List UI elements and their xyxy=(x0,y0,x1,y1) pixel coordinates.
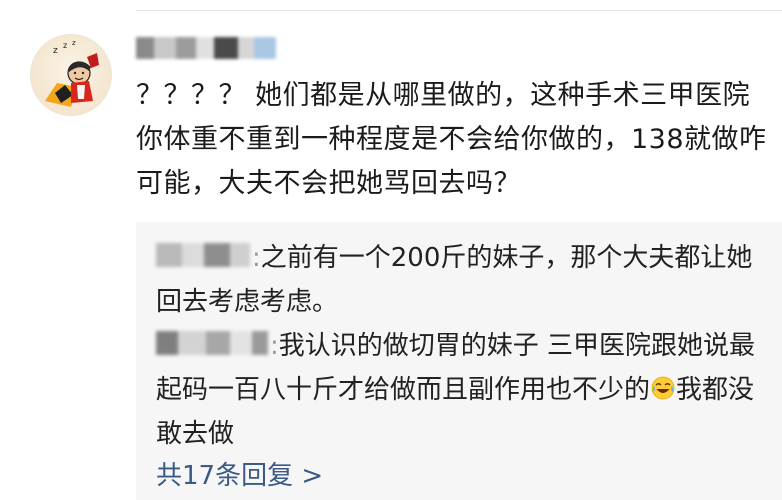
comment-text: ？？？？ 她们都是从哪里做的，这种手术三甲医院你体重不重到一种程度是不会给你做的… xyxy=(136,80,767,199)
svg-text:z: z xyxy=(72,39,76,47)
username-redacted[interactable] xyxy=(136,37,276,59)
reply-item[interactable]: :之前有一个200斤的妹子，那个大夫都让她回去考虑考虑。 xyxy=(156,236,756,324)
reply-username-redacted[interactable] xyxy=(156,330,268,355)
reply-thread: :之前有一个200斤的妹子，那个大夫都让她回去考虑考虑。 :我认识的做切胃的妹子… xyxy=(136,222,782,500)
laughing-crying-emoji-icon xyxy=(651,376,675,399)
reply-colon: : xyxy=(252,243,261,273)
view-more-replies-link[interactable]: 共17条回复 > xyxy=(156,458,323,494)
svg-text:z: z xyxy=(63,41,67,50)
reply-username-redacted[interactable] xyxy=(156,242,250,267)
avatar-illustration-icon: z z z xyxy=(45,39,99,107)
svg-text:z: z xyxy=(53,46,58,56)
top-divider xyxy=(136,10,782,11)
avatar[interactable]: z z z xyxy=(30,34,112,116)
reply-colon: : xyxy=(270,331,279,361)
reply-item[interactable]: :我认识的做切胃的妹子 三甲医院跟她说最起码一百八十斤才给做而且副作用也不少的 … xyxy=(156,324,756,456)
